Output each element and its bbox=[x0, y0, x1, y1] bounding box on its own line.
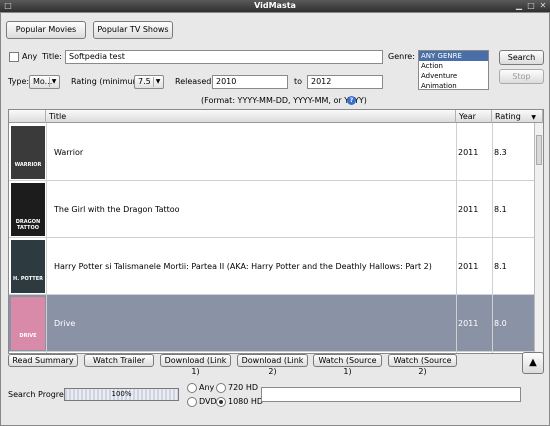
search-progress-bar: 100% bbox=[64, 388, 179, 401]
stop-button[interactable]: Stop bbox=[499, 69, 544, 84]
column-divider bbox=[46, 123, 47, 353]
poster-caption: DRAGON TATTOO bbox=[15, 219, 41, 231]
minimize-icon[interactable]: ▁ bbox=[514, 1, 524, 11]
movie-poster-image: DRIVE bbox=[11, 297, 45, 350]
search-button[interactable]: Search bbox=[499, 50, 544, 65]
released-to-input[interactable]: 2012 bbox=[307, 75, 383, 89]
column-divider bbox=[456, 123, 457, 353]
any-checkbox[interactable] bbox=[9, 52, 19, 62]
watch-source-2-button[interactable]: Watch (Source 2) bbox=[388, 354, 457, 376]
genre-option[interactable]: ANY GENRE bbox=[419, 51, 488, 61]
rating-cell: 8.3 bbox=[494, 148, 507, 157]
movie-poster-image: H. POTTER bbox=[11, 240, 45, 293]
rating-cell: 8.1 bbox=[494, 262, 507, 271]
watch-trailer-button[interactable]: Watch Trailer bbox=[84, 354, 154, 367]
download-link-2-button[interactable]: Download (Link 2) bbox=[237, 354, 308, 376]
chevron-down-icon: ▼ bbox=[153, 77, 162, 87]
quality-dvd-radio[interactable] bbox=[187, 397, 197, 407]
popular-tv-shows-button[interactable]: Popular TV Shows bbox=[93, 21, 173, 39]
type-select[interactable]: Mo... ▼ bbox=[29, 75, 60, 89]
scrollbar-thumb[interactable] bbox=[536, 135, 542, 165]
rating-cell: 8.1 bbox=[494, 205, 507, 214]
genre-option[interactable]: Action bbox=[419, 61, 488, 71]
type-label: Type: bbox=[8, 77, 30, 86]
poster-column-header[interactable] bbox=[9, 110, 46, 123]
watch-source-1-button[interactable]: Watch (Source 1) bbox=[313, 354, 382, 376]
status-field[interactable] bbox=[261, 387, 521, 402]
poster-caption: H. POTTER bbox=[13, 276, 43, 282]
table-scrollbar[interactable] bbox=[534, 123, 543, 353]
title-column-header[interactable]: Title bbox=[46, 110, 456, 123]
genre-option[interactable]: Animation bbox=[419, 81, 488, 89]
year-cell: 2011 bbox=[458, 319, 479, 328]
any-label: Any bbox=[22, 52, 38, 61]
year-cell: 2011 bbox=[458, 205, 479, 214]
window-menu-icon[interactable]: □ bbox=[3, 1, 13, 11]
quality-any-radio[interactable] bbox=[187, 383, 197, 393]
table-header: Title Year Rating ▼ bbox=[9, 110, 543, 123]
movie-poster-image: DRAGON TATTOO bbox=[11, 183, 45, 236]
title-cell: Warrior bbox=[54, 148, 84, 157]
rating-column-header[interactable]: Rating ▼ bbox=[492, 110, 543, 123]
sort-desc-icon: ▼ bbox=[531, 114, 536, 121]
title-cell: The Girl with the Dragon Tattoo bbox=[54, 205, 180, 214]
quality-dvd-label: DVD bbox=[199, 397, 217, 406]
scroll-to-top-button[interactable]: ▲ bbox=[522, 352, 544, 374]
quality-1080-label: 1080 HD bbox=[228, 397, 264, 406]
date-format-hint: (Format: YYYY-MM-DD, YYYY-MM, or YYYY) bbox=[201, 96, 367, 105]
maximize-icon[interactable]: □ bbox=[526, 1, 536, 11]
chevron-down-icon: ▼ bbox=[49, 77, 58, 87]
genre-list[interactable]: ANY GENRE Action Adventure Animation bbox=[418, 50, 489, 90]
window-title: VidMasta bbox=[254, 1, 296, 10]
quality-720-label: 720 HD bbox=[228, 383, 258, 392]
help-icon[interactable]: ? bbox=[347, 96, 356, 105]
quality-any-label: Any bbox=[199, 383, 215, 392]
year-column-header[interactable]: Year bbox=[456, 110, 492, 123]
main-window: Popular Movies Popular TV Shows Any Titl… bbox=[0, 12, 550, 426]
poster-caption: WARRIOR bbox=[14, 162, 42, 168]
window-titlebar: □ VidMasta ▁ □ ✕ bbox=[0, 0, 550, 12]
released-from-input[interactable]: 2010 bbox=[212, 75, 288, 89]
movie-poster-image: WARRIOR bbox=[11, 126, 45, 179]
to-label: to bbox=[294, 77, 303, 86]
year-cell: 2011 bbox=[458, 262, 479, 271]
released-label: Released: bbox=[175, 77, 215, 86]
title-cell: Harry Potter si Talismanele Mortii: Part… bbox=[54, 262, 432, 271]
quality-1080-radio[interactable] bbox=[216, 397, 226, 407]
genre-option[interactable]: Adventure bbox=[419, 71, 488, 81]
genre-label: Genre: bbox=[388, 52, 415, 61]
progress-value: 100% bbox=[111, 390, 132, 398]
results-table[interactable]: Title Year Rating ▼ WARRIOR Warrior 2011 8.… bbox=[8, 109, 544, 354]
rating-cell: 8.0 bbox=[494, 319, 507, 328]
title-input[interactable]: Softpedia test bbox=[65, 50, 383, 64]
rating-header-label: Rating bbox=[495, 112, 521, 121]
column-divider bbox=[492, 123, 493, 353]
poster-caption: DRIVE bbox=[19, 333, 37, 339]
quality-720-radio[interactable] bbox=[216, 383, 226, 393]
title-cell: Drive bbox=[54, 319, 76, 328]
download-link-1-button[interactable]: Download (Link 1) bbox=[160, 354, 231, 376]
popular-movies-button[interactable]: Popular Movies bbox=[6, 21, 86, 39]
rating-select[interactable]: 7.5 ▼ bbox=[134, 75, 164, 89]
year-cell: 2011 bbox=[458, 148, 479, 157]
read-summary-button[interactable]: Read Summary bbox=[8, 354, 78, 367]
rating-select-value: 7.5 bbox=[138, 77, 151, 86]
close-icon[interactable]: ✕ bbox=[538, 1, 548, 11]
title-label: Title: bbox=[42, 52, 62, 61]
arrow-up-icon: ▲ bbox=[529, 357, 537, 368]
